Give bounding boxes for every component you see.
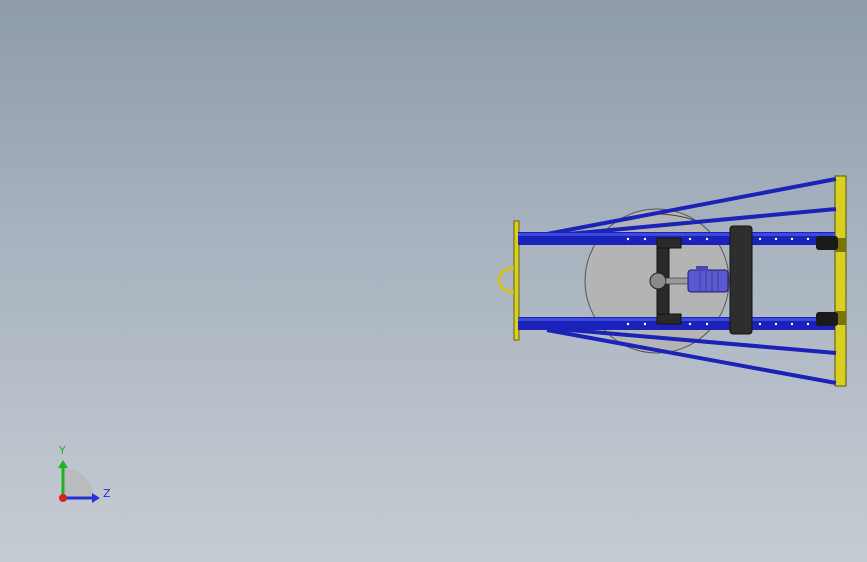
coordinate-triad-icon: Y Z bbox=[58, 444, 111, 503]
origin-dot bbox=[59, 494, 67, 502]
y-axis-arrow bbox=[58, 460, 68, 468]
lifting-handle[interactable] bbox=[497, 266, 515, 294]
upper-rail-highlight bbox=[518, 233, 835, 236]
motor-terminal bbox=[696, 266, 708, 271]
graphics-viewport[interactable]: Y Z bbox=[0, 0, 867, 562]
z-axis-label: Z bbox=[103, 487, 111, 500]
drive-shaft[interactable] bbox=[665, 277, 691, 285]
assembly-model[interactable] bbox=[0, 0, 867, 562]
triad-plane bbox=[63, 468, 93, 498]
motor-body[interactable] bbox=[687, 269, 729, 293]
support-bracket[interactable] bbox=[729, 225, 753, 335]
z-axis-arrow bbox=[92, 493, 100, 503]
y-axis-label: Y bbox=[58, 444, 66, 457]
right-end-plate[interactable] bbox=[834, 175, 847, 387]
shaft-hub[interactable] bbox=[649, 272, 667, 290]
